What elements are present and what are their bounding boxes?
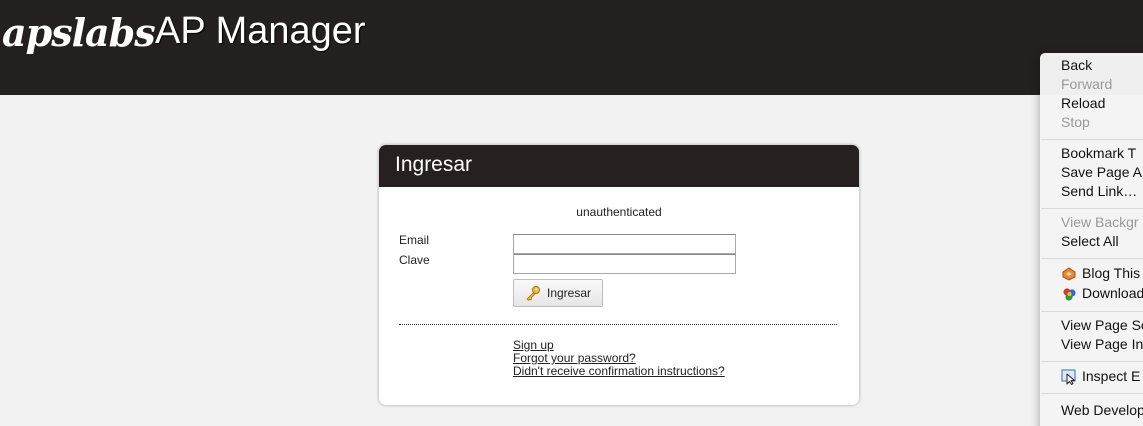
menu-separator	[1041, 311, 1143, 312]
apslabs-logo[interactable]: apslabs	[2, 10, 156, 55]
download-icon	[1061, 286, 1077, 302]
login-panel: Ingresar unauthenticated Email Clave Ing…	[379, 145, 859, 405]
login-panel-header: Ingresar	[379, 145, 859, 187]
menu-separator	[1041, 258, 1143, 259]
email-field[interactable]	[513, 234, 736, 254]
menu-item-bookmark[interactable]: Bookmark T	[1061, 144, 1136, 163]
menu-item-view-background[interactable]: View Backgr	[1061, 213, 1139, 232]
page: apslabs AP Manager Ingresar unauthentica…	[0, 0, 1143, 426]
menu-separator	[1041, 361, 1143, 362]
app-title: AP Manager	[155, 10, 366, 52]
menu-item-save-page[interactable]: Save Page A	[1061, 163, 1142, 182]
menu-item-forward[interactable]: Forward	[1061, 75, 1112, 94]
menu-separator	[1041, 393, 1143, 394]
menu-separator	[1041, 139, 1143, 140]
divider	[399, 324, 837, 325]
resend-confirmation-link[interactable]: Didn't receive confirmation instructions…	[513, 365, 725, 378]
menu-item-inspect-element[interactable]: Inspect E	[1082, 367, 1140, 386]
menu-item-reload[interactable]: Reload	[1061, 94, 1105, 113]
menu-item-send-link[interactable]: Send Link…	[1061, 182, 1137, 201]
inspect-element-icon	[1061, 369, 1077, 385]
ingresar-button[interactable]: Ingresar	[513, 279, 603, 307]
menu-item-back[interactable]: Back	[1061, 56, 1092, 75]
menu-separator	[1041, 208, 1143, 209]
auth-notice: unauthenticated	[576, 205, 662, 219]
key-icon	[525, 285, 541, 301]
ingresar-button-label: Ingresar	[546, 286, 592, 300]
menu-item-blog-this[interactable]: Blog This	[1082, 264, 1140, 283]
menu-item-web-developer[interactable]: Web Develop	[1061, 401, 1143, 420]
context-menu: Back Forward Reload Stop Bookmark T Save…	[1040, 53, 1143, 426]
login-panel-title: Ingresar	[395, 153, 473, 176]
menu-item-select-all[interactable]: Select All	[1061, 232, 1119, 251]
auth-links: Sign up Forgot your password? Didn't rec…	[513, 339, 725, 378]
password-label: Clave	[399, 253, 430, 267]
menu-item-stop[interactable]: Stop	[1061, 113, 1090, 132]
password-field[interactable]	[513, 254, 736, 274]
blog-this-icon	[1061, 266, 1077, 282]
app-header: apslabs AP Manager	[0, 0, 1143, 95]
email-label: Email	[399, 233, 430, 247]
menu-item-download[interactable]: Download	[1082, 284, 1143, 303]
menu-item-view-page-info[interactable]: View Page In	[1061, 335, 1143, 354]
menu-item-view-page-source[interactable]: View Page So	[1061, 316, 1143, 335]
